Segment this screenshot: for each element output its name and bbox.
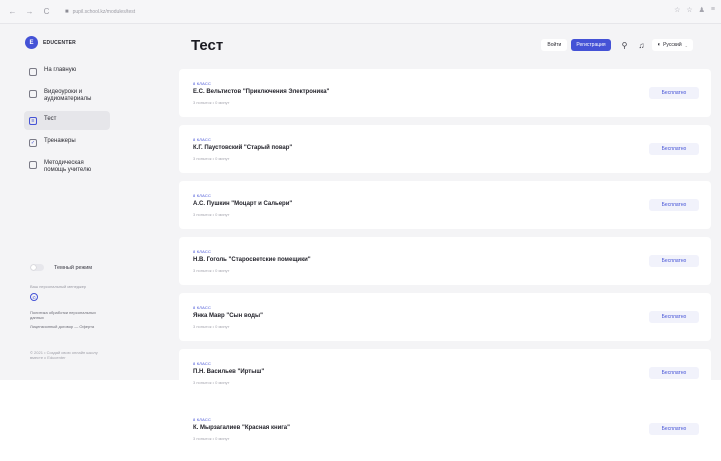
- test-title: К. Мырзагалиев "Красная книга": [193, 425, 290, 431]
- sidebar-item-label: На главную: [44, 67, 77, 73]
- test-title: Е.С. Вельтистов "Приключения Электроника…: [193, 89, 330, 95]
- test-card[interactable]: 8 КЛАСС П.Н. Васильев "Иртыш" 3 попыток …: [179, 349, 711, 397]
- sidebar: E EDUCENTER На главную Видеоуроки и ауди…: [0, 24, 120, 380]
- extensions-icon[interactable]: ♟: [699, 6, 705, 14]
- test-card[interactable]: 8 КЛАСС Н.В. Гоголь "Старосветские помещ…: [179, 237, 711, 285]
- url-text: pupil.school.kz/modules/test: [72, 8, 136, 15]
- test-title: А.С. Пушкин "Моцарт и Сальери": [193, 201, 293, 207]
- language-label: Русский: [663, 42, 682, 48]
- sidebar-item-trainers[interactable]: ✓ Тренажеры: [24, 133, 110, 152]
- test-card[interactable]: 8 КЛАСС К.Г. Паустовский "Старый повар" …: [179, 125, 711, 173]
- sidebar-item-test[interactable]: ≡ Тест: [24, 111, 110, 130]
- test-title: П.Н. Васильев "Иртыш": [193, 369, 265, 375]
- license-agreement-link[interactable]: Лицензионный договор — Оферта: [30, 324, 110, 329]
- forward-button[interactable]: →: [23, 5, 36, 18]
- sidebar-item-label: Тренажеры: [44, 138, 76, 144]
- page-title: Тест: [191, 37, 224, 54]
- test-title: Н.В. Гоголь "Старосветские помещики": [193, 257, 311, 263]
- browser-toolbar: ← → C ■ pupil.school.kz/modules/test ☆ ☆…: [0, 0, 721, 24]
- chevron-down-icon: ⌄: [684, 42, 688, 48]
- bell-icon[interactable]: ♫: [638, 41, 644, 50]
- trainer-icon: ✓: [29, 139, 37, 147]
- manager-caption: Ваш персональный менеджер: [30, 284, 87, 289]
- grade-label: 8 КЛАСС: [193, 361, 212, 366]
- test-meta: 3 попыток • 0 минут: [193, 436, 230, 441]
- copyright: © 2021 • Создай свою онлайн школу вместе…: [30, 350, 98, 360]
- price-button[interactable]: Бесплатно: [649, 87, 699, 99]
- price-button[interactable]: Бесплатно: [649, 311, 699, 323]
- test-meta: 3 попыток • 0 минут: [193, 380, 230, 385]
- bookmark-star-icon[interactable]: ☆: [686, 6, 692, 14]
- register-button[interactable]: Регистрация: [571, 39, 611, 51]
- reload-button[interactable]: C: [40, 5, 53, 18]
- toggle-knob: [31, 265, 36, 270]
- price-button[interactable]: Бесплатно: [649, 143, 699, 155]
- dark-mode-toggle[interactable]: Темный режим: [30, 264, 92, 271]
- back-button[interactable]: ←: [6, 5, 19, 18]
- grade-label: 8 КЛАСС: [193, 305, 212, 310]
- sidebar-menu: На главную Видеоуроки и аудиоматериалы ≡…: [24, 62, 110, 182]
- menu-icon[interactable]: ≡: [711, 6, 715, 14]
- sidebar-item-home[interactable]: На главную: [24, 62, 110, 81]
- grade-label: 8 КЛАСС: [193, 81, 212, 86]
- test-card[interactable]: 8 КЛАСС А.С. Пушкин "Моцарт и Сальери" 3…: [179, 181, 711, 229]
- price-button[interactable]: Бесплатно: [649, 367, 699, 379]
- test-card[interactable]: 8 КЛАСС Е.С. Вельтистов "Приключения Эле…: [179, 69, 711, 117]
- search-icon[interactable]: ⚲: [622, 41, 628, 50]
- logo[interactable]: E EDUCENTER: [25, 36, 76, 49]
- test-meta: 3 попыток • 0 минут: [193, 212, 230, 217]
- grade-label: 8 КЛАСС: [193, 137, 212, 142]
- address-bar[interactable]: ■ pupil.school.kz/modules/test: [59, 5, 659, 19]
- header-actions: Войти Регистрация ⚲ ♫ ◐ Русский ⌄: [541, 39, 693, 51]
- test-meta: 3 попыток • 0 минут: [193, 268, 230, 273]
- test-title: Янка Мавр "Сын воды": [193, 313, 263, 319]
- test-list: 8 КЛАСС Е.С. Вельтистов "Приключения Эле…: [179, 69, 711, 461]
- price-button[interactable]: Бесплатно: [649, 255, 699, 267]
- test-icon: ≡: [29, 117, 37, 125]
- grade-label: 8 КЛАСС: [193, 249, 212, 254]
- language-select[interactable]: ◐ Русский ⌄: [652, 39, 693, 51]
- sidebar-item-label: Тест: [44, 116, 57, 122]
- dark-mode-label: Темный режим: [54, 264, 93, 271]
- globe-icon: ◐: [657, 42, 662, 48]
- sidebar-item-video[interactable]: Видеоуроки и аудиоматериалы: [24, 84, 110, 108]
- logo-icon: E: [25, 36, 38, 49]
- test-meta: 3 попыток • 0 минут: [193, 100, 230, 105]
- login-button[interactable]: Войти: [541, 39, 568, 51]
- test-card[interactable]: 8 КЛАСС Янка Мавр "Сын воды" 3 попыток •…: [179, 293, 711, 341]
- logo-text: EDUCENTER: [43, 39, 76, 46]
- price-button[interactable]: Бесплатно: [649, 199, 699, 211]
- sidebar-item-label: Видеоуроки и аудиоматериалы: [44, 89, 92, 102]
- home-icon: [29, 68, 37, 76]
- manager-chat-icon[interactable]: ✆: [30, 293, 38, 301]
- test-meta: 3 попыток • 0 минут: [193, 156, 230, 161]
- privacy-policy-link[interactable]: Политика обработки персональных данных: [30, 310, 110, 320]
- test-meta: 3 попыток • 0 минут: [193, 324, 230, 329]
- footer-links: Политика обработки персональных данных Л…: [30, 310, 110, 333]
- main-content: Тест Войти Регистрация ⚲ ♫ ◐ Русский ⌄ 8…: [120, 24, 721, 453]
- price-button[interactable]: Бесплатно: [649, 423, 699, 435]
- teacher-help-icon: [29, 161, 37, 169]
- lock-icon: ■: [65, 8, 69, 15]
- test-card[interactable]: 8 КЛАСС К. Мырзагалиев "Красная книга" 3…: [179, 405, 711, 453]
- video-icon: [29, 90, 37, 98]
- sidebar-item-teacher-help[interactable]: Методическая помощь учителю: [24, 155, 110, 179]
- grade-label: 8 КЛАСС: [193, 193, 212, 198]
- sidebar-item-label: Методическая помощь учителю: [44, 160, 92, 173]
- share-icon[interactable]: ☆: [674, 6, 680, 14]
- browser-actions: ☆ ☆ ♟ ≡: [674, 6, 715, 14]
- grade-label: 8 КЛАСС: [193, 417, 212, 422]
- test-title: К.Г. Паустовский "Старый повар": [193, 145, 293, 151]
- toggle-track: [30, 264, 44, 271]
